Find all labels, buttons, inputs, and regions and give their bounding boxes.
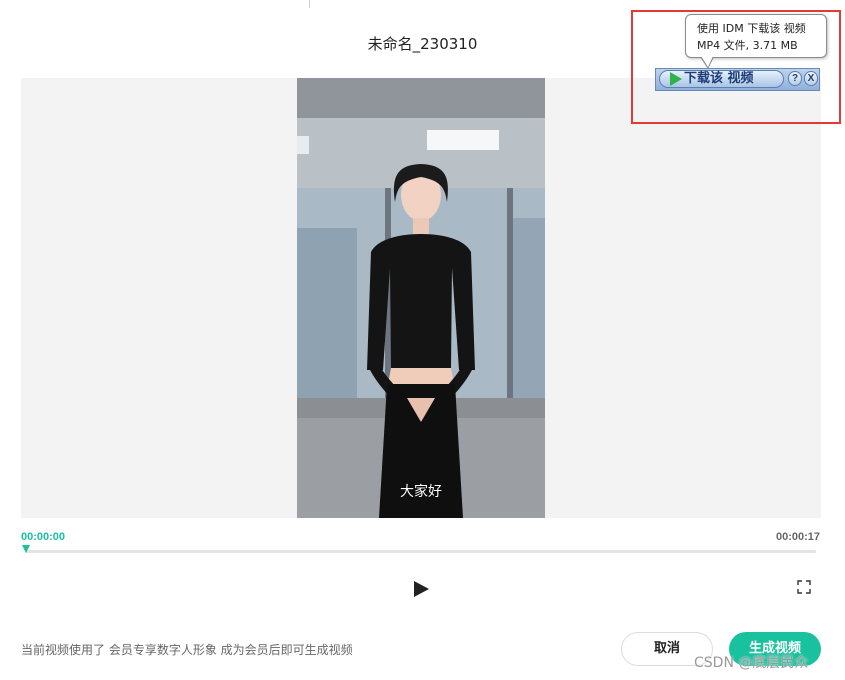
idm-tooltip-line2: MP4 文件, 3.71 MB (697, 39, 798, 52)
idm-tooltip: 使用 IDM 下载该 视频 MP4 文件, 3.71 MB (685, 14, 827, 58)
video-subtitle: 大家好 (400, 484, 442, 500)
video-player[interactable]: 大家好 (21, 78, 821, 518)
idm-tooltip-tail-inner (701, 56, 713, 67)
play-icon (414, 581, 429, 597)
membership-notice: 当前视频使用了 会员专享数字人形象 成为会员后即可生成视频 (21, 643, 353, 657)
watermark: CSDN @底层民众 (694, 655, 809, 671)
current-time: 00:00:00 (21, 531, 66, 543)
fullscreen-button[interactable] (797, 580, 811, 594)
idm-help-button[interactable]: ? (788, 71, 802, 86)
idm-tooltip-line1: 使用 IDM 下载该 视频 (697, 22, 806, 35)
progress-knob[interactable] (22, 545, 30, 553)
progress-bar[interactable] (25, 550, 816, 553)
divider (309, 0, 310, 8)
fullscreen-icon (797, 580, 811, 594)
video-frame[interactable]: 大家好 (297, 78, 545, 518)
idm-close-button[interactable]: X (804, 71, 818, 86)
total-time: 00:00:17 (775, 531, 820, 543)
play-button[interactable] (412, 580, 430, 598)
video-frame-image (297, 78, 545, 518)
idm-download-icon (670, 72, 682, 86)
